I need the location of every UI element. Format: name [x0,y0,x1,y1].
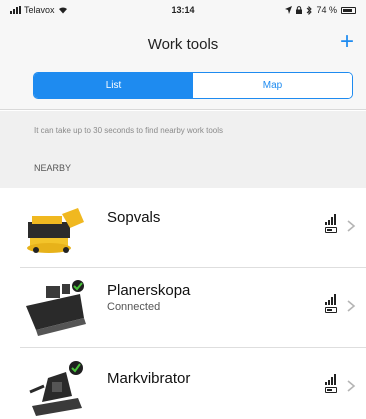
view-switcher: List Map [33,72,353,99]
page-title: Work tools [147,36,219,53]
tool-name: Sopvals [107,209,161,226]
tool-indicators [325,214,341,233]
bluetooth-icon [307,5,313,15]
segment-map[interactable]: Map [193,73,352,98]
tool-status: Connected [107,301,161,313]
tool-battery-icon [325,307,337,313]
tool-indicators [325,294,341,313]
signal-strength-icon [325,294,341,305]
tool-battery-icon [325,227,337,233]
tool-row[interactable]: Planerskopa Connected [0,268,366,348]
chevron-right-icon [347,220,356,232]
tool-name: Markvibrator [107,370,191,387]
battery-icon [341,6,356,14]
signal-strength-icon [325,374,341,385]
status-right: 74 % [285,5,356,15]
add-button[interactable]: + [340,30,354,54]
tool-name: Planerskopa [107,282,191,299]
status-bar: Telavox 13:14 74 % [0,0,366,22]
chevron-right-icon [347,300,356,312]
tool-row[interactable]: Markvibrator [0,348,366,419]
plus-icon: + [339,28,354,55]
sweeper-attachment-icon [27,208,84,253]
location-icon [285,6,293,14]
segment-list[interactable]: List [34,73,193,98]
section-header-nearby: NEARBY [34,163,72,173]
signal-strength-icon [325,214,341,225]
view-switcher-area: List Map [0,60,366,110]
plate-compactor-icon [29,361,83,416]
tool-row[interactable]: Sopvals [0,188,366,268]
chevron-right-icon [347,380,356,392]
battery-percentage: 74 % [316,5,337,15]
info-area: It can take up to 30 seconds to find nea… [0,111,366,188]
navigation-bar: Work tools + [0,22,366,60]
lock-icon [296,6,303,14]
scan-info-text: It can take up to 30 seconds to find nea… [34,126,223,135]
grading-bucket-icon [26,280,86,336]
tool-indicators [325,374,341,393]
tool-battery-icon [325,387,337,393]
